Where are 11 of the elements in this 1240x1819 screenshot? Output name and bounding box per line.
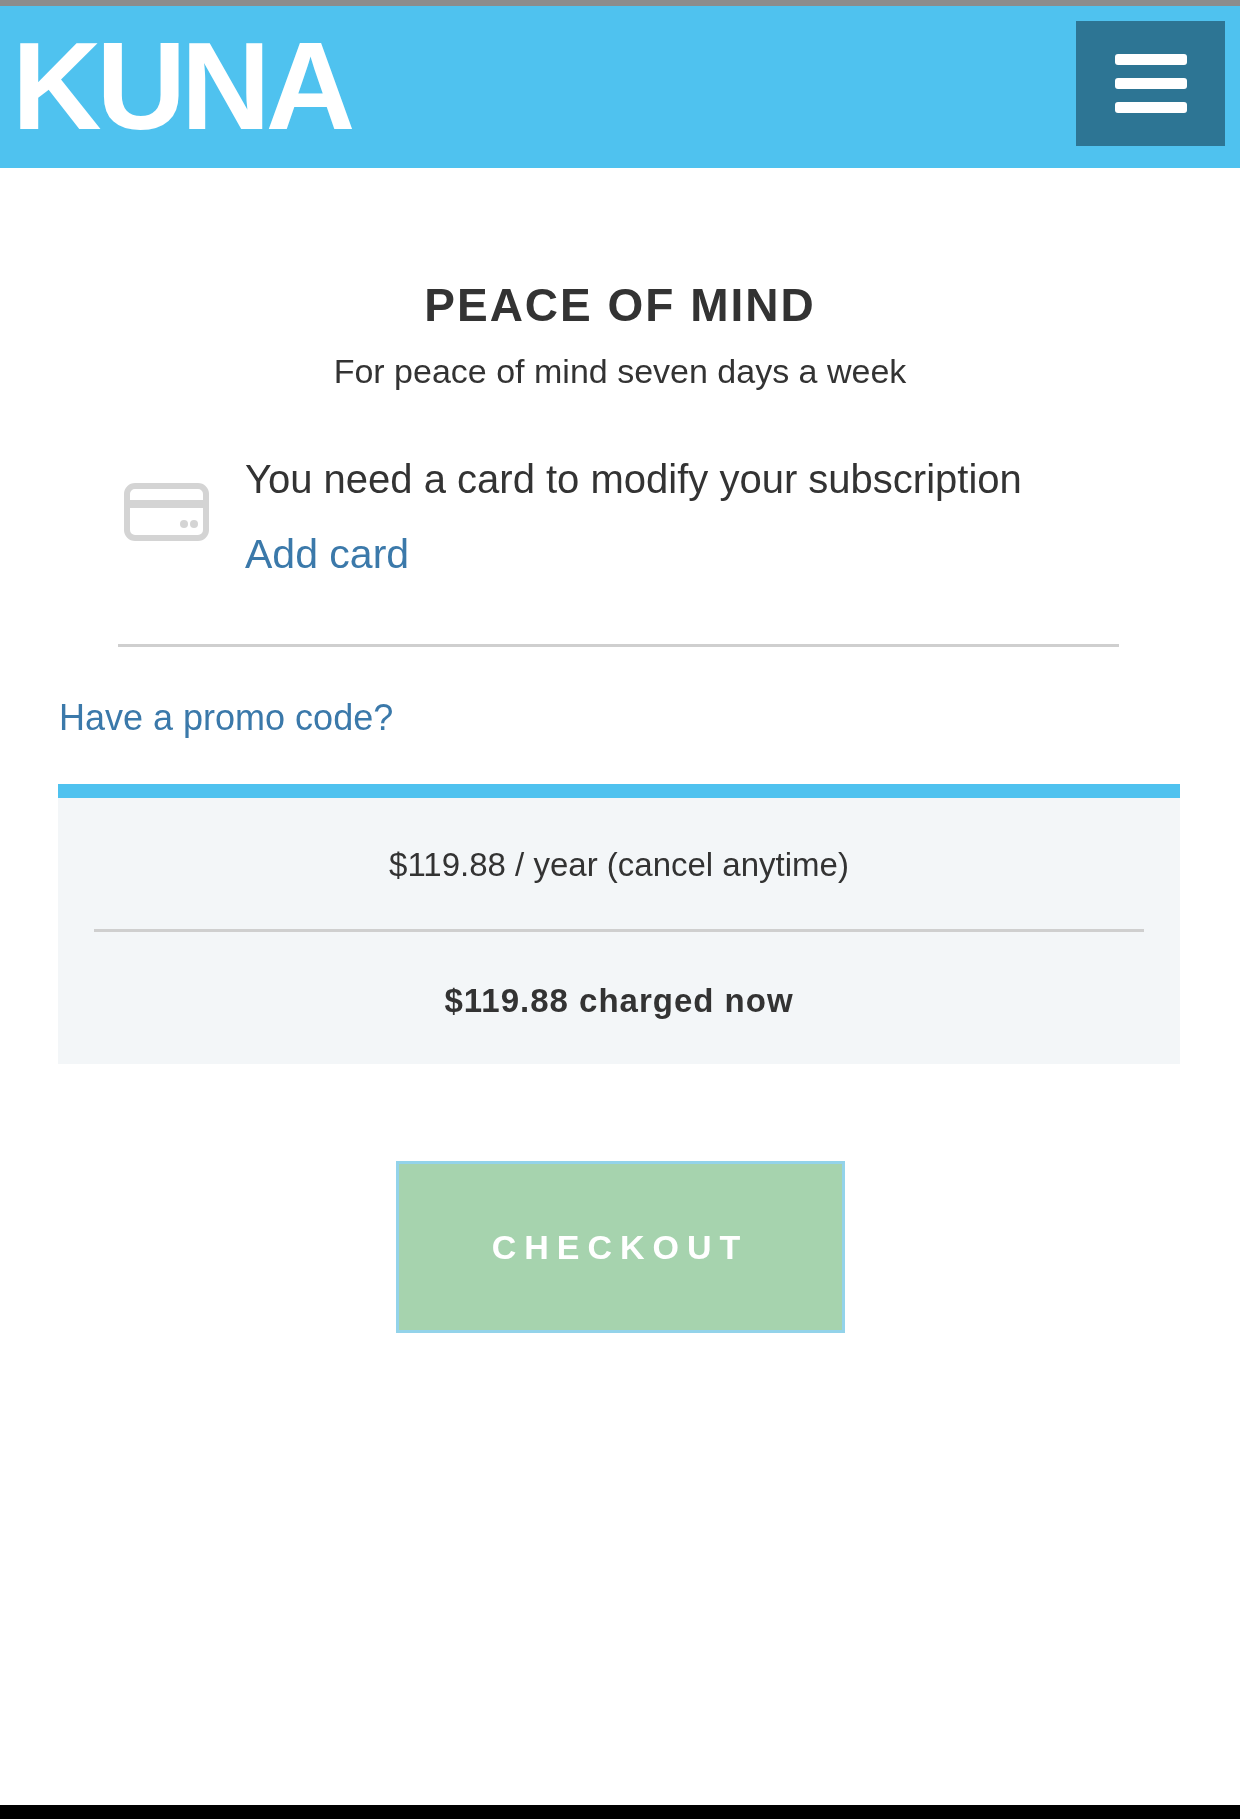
- logo: KUNA: [12, 24, 351, 148]
- promo-code-link[interactable]: Have a promo code?: [59, 697, 394, 738]
- charge-text: $119.88 charged now: [444, 981, 794, 1021]
- menu-button[interactable]: [1076, 21, 1225, 146]
- add-card-link[interactable]: Add card: [245, 530, 410, 578]
- plan-subtitle: For peace of mind seven days a week: [333, 351, 907, 391]
- credit-card-icon: [124, 483, 209, 541]
- price-text: $119.88 / year (cancel anytime): [389, 845, 849, 885]
- menu-icon: [1114, 54, 1187, 113]
- card-required-message: You need a card to modify your subscription: [245, 456, 1022, 503]
- plan-title: PEACE OF MIND: [424, 282, 816, 328]
